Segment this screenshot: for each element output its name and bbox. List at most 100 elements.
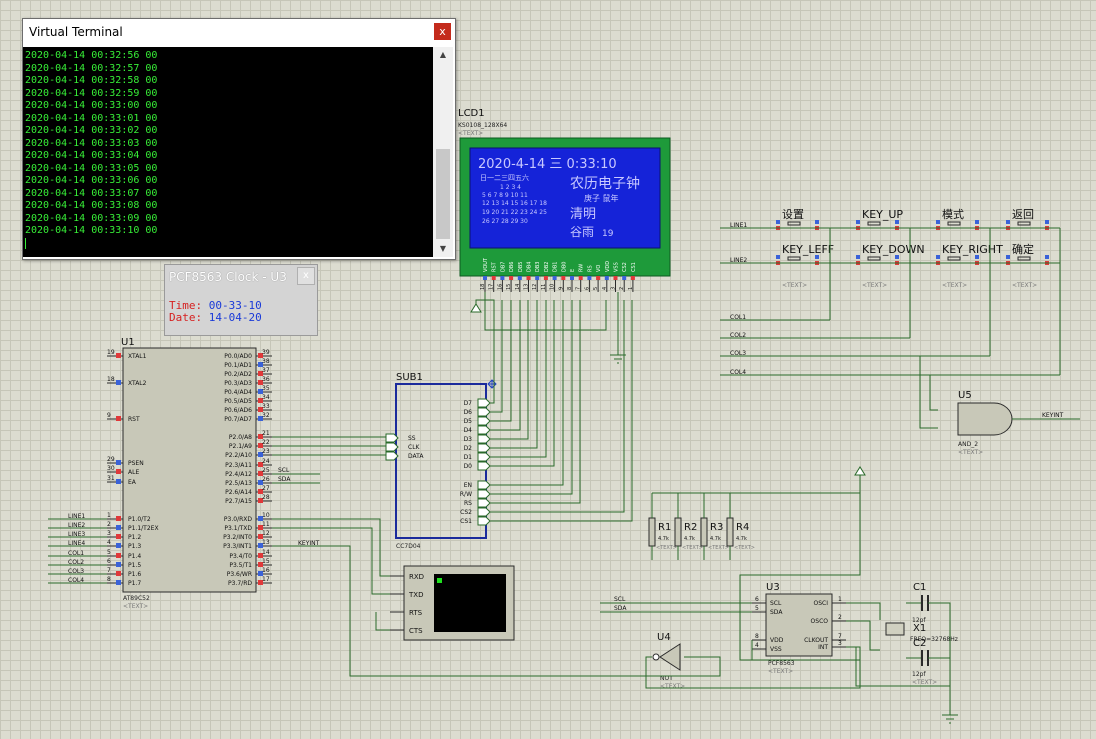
u1-pin-name: P0.3/AD3	[224, 380, 252, 387]
lcd-pin-name: DB2	[544, 262, 550, 272]
net-label: LINE1	[730, 222, 747, 229]
clock-date-value: 14-04-20	[208, 311, 262, 324]
u1-pin-num: 14	[262, 549, 270, 556]
crystal-circuit[interactable]: C1 12pf X1 FREQ=32768Hz C2 12pf <TEXT>	[885, 582, 958, 686]
u3-pin-name: VDD	[770, 637, 784, 644]
scroll-down-icon[interactable]: ▼	[433, 241, 453, 257]
lcd1-display[interactable]: LCD1 KS0108_128X64 <TEXT> 2020-4-14 三 0:…	[458, 108, 671, 292]
lcd-pin-num: 14	[515, 284, 521, 290]
terminal-line: 2020-04-14 00:32:58 00	[25, 75, 158, 86]
u5-text-tag: <TEXT>	[958, 449, 983, 456]
u1-pin-name: P1.7	[128, 580, 141, 587]
lcd-pin-name: DB3	[535, 262, 541, 272]
u4-not-gate[interactable]: U4 NOT <TEXT>	[652, 632, 685, 690]
net-label: LINE2	[68, 522, 85, 529]
key-matrix[interactable]: 设置 KEY_UP 模式 返回 KEY_LEFF <TEXT> KEY_DOWN <TEXT>…	[720, 208, 1061, 376]
lcd-pin-name: DB6	[509, 262, 515, 272]
u1-pin-num: 11	[262, 521, 270, 528]
vterm-pin-name: RXD	[409, 573, 424, 581]
u1-pin-num: 25	[262, 467, 270, 474]
terminal-line: 2020-04-14 00:33:01 00	[25, 112, 158, 124]
pcf8563-clock-window[interactable]: PCF8563 Clock - U3 x Time: 00-33-10 Date…	[164, 264, 318, 336]
lcd-pin-num: 7	[576, 287, 582, 290]
u1-pin-num: 18	[107, 376, 115, 383]
pin-marker	[535, 276, 540, 280]
pin-marker	[613, 276, 618, 280]
u1-pin-num: 39	[262, 349, 270, 356]
u1-pin-num: 34	[262, 394, 270, 401]
resistor-text-tag: <TEXT>	[682, 545, 703, 551]
terminal-line: 2020-04-14 00:33:07 00	[25, 187, 158, 199]
net-label: SCL	[614, 596, 626, 603]
u1-pin-num: 29	[107, 456, 115, 463]
sub1-pin-name: D2	[464, 445, 473, 452]
pullup-resistors[interactable]: R1 4.7k <TEXT> R2 4.7k <TEXT> R3 4.7k <TEXT> R4 4.…	[648, 492, 860, 560]
terminal-line: 2020-04-14 00:33:00 00	[25, 100, 158, 111]
resistor-ref: R3	[710, 522, 723, 533]
lcd-pin-num: 3	[611, 287, 617, 290]
sub1-pin-name: D6	[464, 409, 473, 416]
pin-marker	[116, 534, 121, 539]
sub1-subcircuit[interactable]: SUB1 CC7D04 SS CLK DATA D7 D6 D5 D4 D3 D2 D1 D0 EN…	[385, 372, 497, 550]
lcd-pin-name: RW	[579, 264, 585, 272]
lcd-pin-name: CS2	[622, 262, 628, 272]
pin-marker	[587, 276, 592, 280]
u1-pin-name: XTAL2	[128, 380, 147, 387]
lcd-pin-name: DB4	[527, 262, 533, 272]
key-text-tag: <TEXT>	[782, 282, 807, 289]
u3-part: PCF8563	[768, 660, 795, 667]
pin-marker	[491, 276, 496, 280]
u1-pin-name: P2.4/A12	[225, 471, 252, 478]
lcd-pin-name: RS	[587, 265, 593, 272]
u1-pin-num: 26	[262, 476, 270, 483]
lcd-cal-5: 26 27 28 29 30	[482, 218, 528, 225]
pin-marker	[116, 479, 121, 484]
lcd-pin-name: VO	[596, 265, 602, 272]
lcd-title: 农历电子钟	[570, 175, 640, 192]
net-label: COL3	[68, 568, 84, 575]
u1-pin-name: P1.6	[128, 571, 141, 578]
resistor-text-tag: <TEXT>	[656, 545, 677, 551]
u5-and-gate[interactable]: U5 KEYINT AND_2 <TEXT>	[957, 390, 1080, 456]
vt-close-button[interactable]: x	[434, 23, 451, 40]
u1-pin-num: 23	[262, 448, 270, 455]
pin-marker	[116, 580, 121, 585]
u3-pcf8563[interactable]: U3 SCL 6 SDA 5 VDD 8 VSS 4 OSCI 1 OSCO 2 CLKOUT 7 INT 3…	[614, 582, 846, 675]
u1-pin-num: 31	[107, 475, 115, 482]
u1-pin-name: ALE	[128, 469, 139, 476]
u3-pin-num: 2	[838, 614, 842, 621]
net-label: COL3	[730, 350, 746, 357]
pin-marker	[116, 562, 121, 567]
scroll-up-icon[interactable]: ▲	[433, 47, 453, 63]
lcd-cal-4: 19 20 21 22 23 24 25	[482, 209, 547, 216]
virtual-terminal-window[interactable]: Virtual Terminal x 2020-04-14 00:32:56 0…	[22, 18, 456, 260]
terminal-line: 2020-04-14 00:32:59 00	[25, 87, 158, 99]
u3-pin-name: CLKOUT	[804, 637, 828, 644]
lcd-pin-num: 10	[550, 284, 556, 290]
u3-ref: U3	[766, 582, 780, 593]
pin-marker	[578, 276, 583, 280]
u1-pin-num: 1	[107, 512, 111, 519]
u3-pin-name: OSCI	[814, 600, 829, 607]
vt-screen[interactable]: 2020-04-14 00:32:56 00 2020-04-14 00:32:5…	[23, 47, 433, 257]
lcd-lunar: 庚子 鼠年	[584, 193, 619, 203]
clock-close-button[interactable]: x	[297, 267, 315, 285]
u1-pin-name: PSEN	[128, 460, 144, 467]
sub1-anchor-icon	[487, 379, 497, 389]
u1-pin-name: P0.7/AD7	[224, 416, 252, 423]
net-label: COL1	[68, 550, 84, 557]
resistor-value: 4.7k	[684, 536, 695, 542]
u1-ref: U1	[121, 337, 135, 348]
lcd-ref: LCD1	[458, 108, 485, 119]
vterm-symbol[interactable]: RXD TXD RTS CTS	[390, 565, 515, 641]
terminal-line: 2020-04-14 00:33:08 00	[25, 200, 158, 211]
vt-scrollbar[interactable]: ▲ ▼	[433, 47, 453, 257]
u1-pin-num: 27	[262, 485, 270, 492]
u3-pin-num: 5	[755, 605, 759, 612]
u4-ref: U4	[657, 632, 671, 643]
u1-pin-name: P3.6/WR	[227, 571, 252, 578]
vt-scroll-thumb[interactable]	[436, 149, 450, 239]
u1-pin-name: P2.7/A15	[225, 498, 252, 505]
sub1-pin-name: CS2	[460, 509, 472, 516]
pin-marker	[543, 276, 548, 280]
